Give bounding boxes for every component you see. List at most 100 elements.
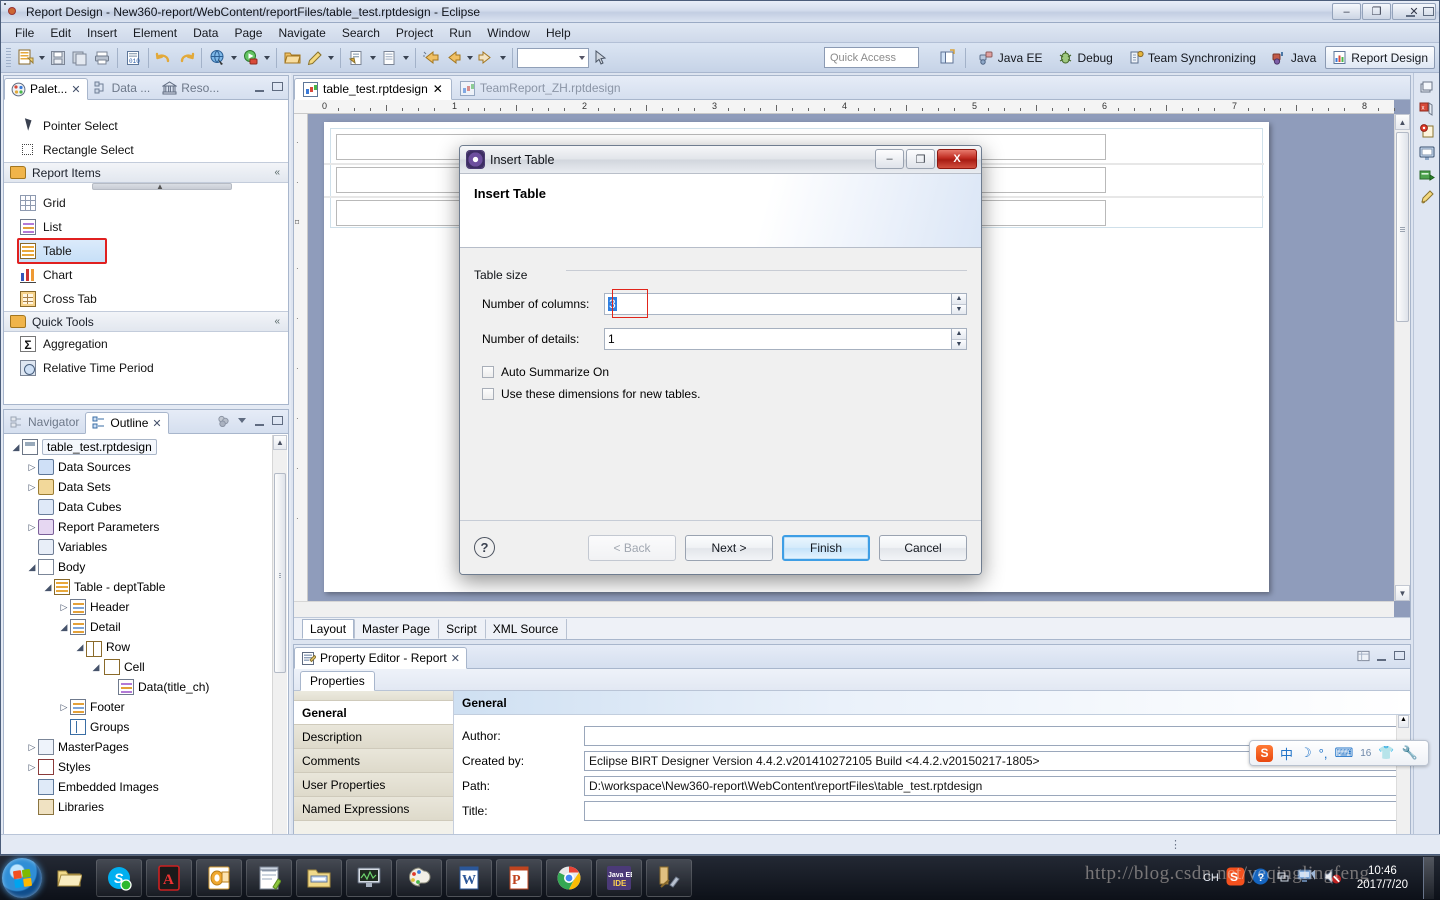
minimize-view-icon[interactable] [253, 80, 266, 93]
menu-data[interactable]: Data [185, 24, 226, 42]
columns-input[interactable]: 3 [604, 293, 951, 315]
horizontal-ruler[interactable]: 0 1 2 3 4 5 6 7 8 [294, 100, 1395, 114]
tray-language-indicator[interactable]: CH [1203, 872, 1219, 884]
outline-node[interactable]: ▷ Footer [4, 697, 288, 717]
tray-overflow-icon[interactable] [1276, 870, 1290, 887]
stepper-down-icon[interactable]: ▼ [952, 339, 966, 349]
editor-horizontal-scrollbar[interactable] [294, 601, 1394, 617]
menu-insert[interactable]: Insert [79, 24, 125, 42]
sogou-logo-icon[interactable]: S [1256, 744, 1273, 762]
preview-dropdown-arrow[interactable] [228, 47, 239, 69]
ime-chinese-mode-icon[interactable]: 中 [1280, 744, 1293, 763]
console-view-icon[interactable] [1417, 143, 1437, 163]
scroll-up-arrow[interactable]: ▲ [1395, 114, 1410, 130]
taskbar-word-button[interactable]: W [446, 859, 492, 897]
scroll-up-arrow[interactable]: ▲ [273, 435, 287, 450]
edit-pencil-icon[interactable] [303, 47, 325, 69]
paint-view-icon[interactable] [1417, 187, 1437, 207]
new-dropdown-arrow[interactable] [36, 47, 47, 69]
property-scrollbar[interactable]: ▲▼ [1396, 715, 1410, 851]
menu-search[interactable]: Search [334, 24, 388, 42]
palette-item-list[interactable]: List [4, 215, 288, 239]
taskbar-paint-button[interactable] [396, 859, 442, 897]
stepper-down-icon[interactable]: ▼ [952, 304, 966, 314]
maximize-view-icon[interactable] [1422, 5, 1435, 18]
toolbar-grip[interactable] [6, 47, 11, 68]
expand-arrow-open-icon[interactable]: ◢ [58, 622, 70, 633]
insert-dropdown-arrow[interactable] [367, 47, 378, 69]
path-field[interactable]: D:\workspace\New360-report\WebContent\re… [584, 775, 1400, 796]
new-icon[interactable] [14, 47, 36, 69]
perspective-java-ee[interactable]: Java EE [972, 46, 1050, 69]
expand-arrow-closed-icon[interactable]: ▷ [26, 762, 38, 773]
menu-page[interactable]: Page [226, 24, 270, 42]
cancel-button[interactable]: Cancel [879, 534, 967, 561]
forward-dropdown-arrow[interactable] [497, 47, 508, 69]
dialog-minimize-button[interactable]: – [875, 149, 904, 169]
tray-network-icon[interactable] [1297, 868, 1316, 888]
details-input[interactable]: 1 [604, 328, 951, 350]
taskbar-explorer-button[interactable] [46, 859, 92, 897]
tray-sogou-icon[interactable]: S [1226, 867, 1245, 889]
filter-group-icon[interactable] [217, 414, 230, 427]
close-icon[interactable]: ✕ [433, 82, 443, 96]
page-tab-script[interactable]: Script [438, 618, 485, 639]
expand-arrow-open-icon[interactable]: ◢ [90, 662, 102, 673]
editor-vertical-scrollbar[interactable]: ▲ ▼ [1394, 114, 1410, 601]
outline-node[interactable]: ◢ table_test.rptdesign [4, 437, 288, 457]
page-tab-xml-source[interactable]: XML Source [484, 618, 567, 639]
view-menu-icon[interactable] [235, 414, 248, 427]
server-view-icon[interactable] [1417, 165, 1437, 185]
tray-help-icon[interactable]: ? [1252, 868, 1269, 888]
outline-node[interactable]: ▷ Data Sources [4, 457, 288, 477]
outline-node[interactable]: ▷ Styles [4, 757, 288, 777]
title-field[interactable] [584, 800, 1400, 821]
preview-web-icon[interactable] [206, 47, 228, 69]
palette-group-quick-tools[interactable]: Quick Tools « [4, 311, 288, 332]
back-button[interactable]: < Back [588, 534, 676, 561]
taskbar-monitor-button[interactable] [346, 859, 392, 897]
ime-punctuation-icon[interactable]: °, [1319, 746, 1328, 761]
print-icon[interactable] [91, 47, 113, 69]
taskbar-notepad-button[interactable] [246, 859, 292, 897]
outline-node[interactable]: Data Cubes [4, 497, 288, 517]
taskbar-tools-button[interactable] [646, 859, 692, 897]
data-explorer-view-icon[interactable]: x [1417, 99, 1437, 119]
auto-summarize-checkbox-row[interactable]: Auto Summarize On [474, 361, 967, 383]
next-button[interactable]: Next > [685, 534, 773, 561]
menu-edit[interactable]: Edit [42, 24, 79, 42]
auto-summarize-checkbox[interactable] [482, 366, 494, 378]
columns-spinner[interactable]: 3 ▲ ▼ [604, 293, 967, 315]
outline-node[interactable]: Data(title_ch) [4, 677, 288, 697]
navigate-forward-icon[interactable] [475, 47, 497, 69]
taskbar-file-manager-button[interactable] [296, 859, 342, 897]
run-icon[interactable] [239, 47, 261, 69]
outline-node[interactable]: ▷ Report Parameters [4, 517, 288, 537]
minimize-view-icon[interactable] [253, 414, 266, 427]
palette-item-table[interactable]: Table [17, 238, 107, 264]
maximize-view-icon[interactable] [271, 80, 284, 93]
use-dimensions-checkbox[interactable] [482, 388, 494, 400]
ime-moon-icon[interactable]: ☽ [1300, 745, 1312, 761]
property-category[interactable]: Comments [294, 749, 453, 773]
menu-run[interactable]: Run [441, 24, 479, 42]
property-category[interactable]: General [294, 701, 453, 725]
redo-icon[interactable] [175, 47, 197, 69]
outline-node[interactable]: Variables [4, 537, 288, 557]
taskbar-outlook-button[interactable] [196, 859, 242, 897]
scroll-thumb[interactable] [274, 473, 286, 673]
expand-arrow-closed-icon[interactable]: ▷ [58, 602, 70, 613]
outline-node[interactable]: ◢ Body [4, 557, 288, 577]
properties-filter-icon[interactable] [1357, 649, 1370, 662]
navigate-back-icon[interactable] [442, 47, 464, 69]
window-minimize-button[interactable]: – [1332, 3, 1361, 20]
expand-arrow-closed-icon[interactable]: ▷ [26, 522, 38, 533]
palette-item-grid[interactable]: Grid [4, 191, 288, 215]
restore-view-icon[interactable] [1417, 77, 1437, 97]
page-tab-master-page[interactable]: Master Page [354, 618, 438, 639]
quick-access-field[interactable]: Quick Access [824, 47, 919, 68]
save-all-icon[interactable] [69, 47, 91, 69]
palette-group-report-items[interactable]: Report Items « [4, 162, 288, 183]
taskbar-java-ee-ide-button[interactable]: Java EEIDE [596, 859, 642, 897]
outline-node[interactable]: ▷ MasterPages [4, 737, 288, 757]
